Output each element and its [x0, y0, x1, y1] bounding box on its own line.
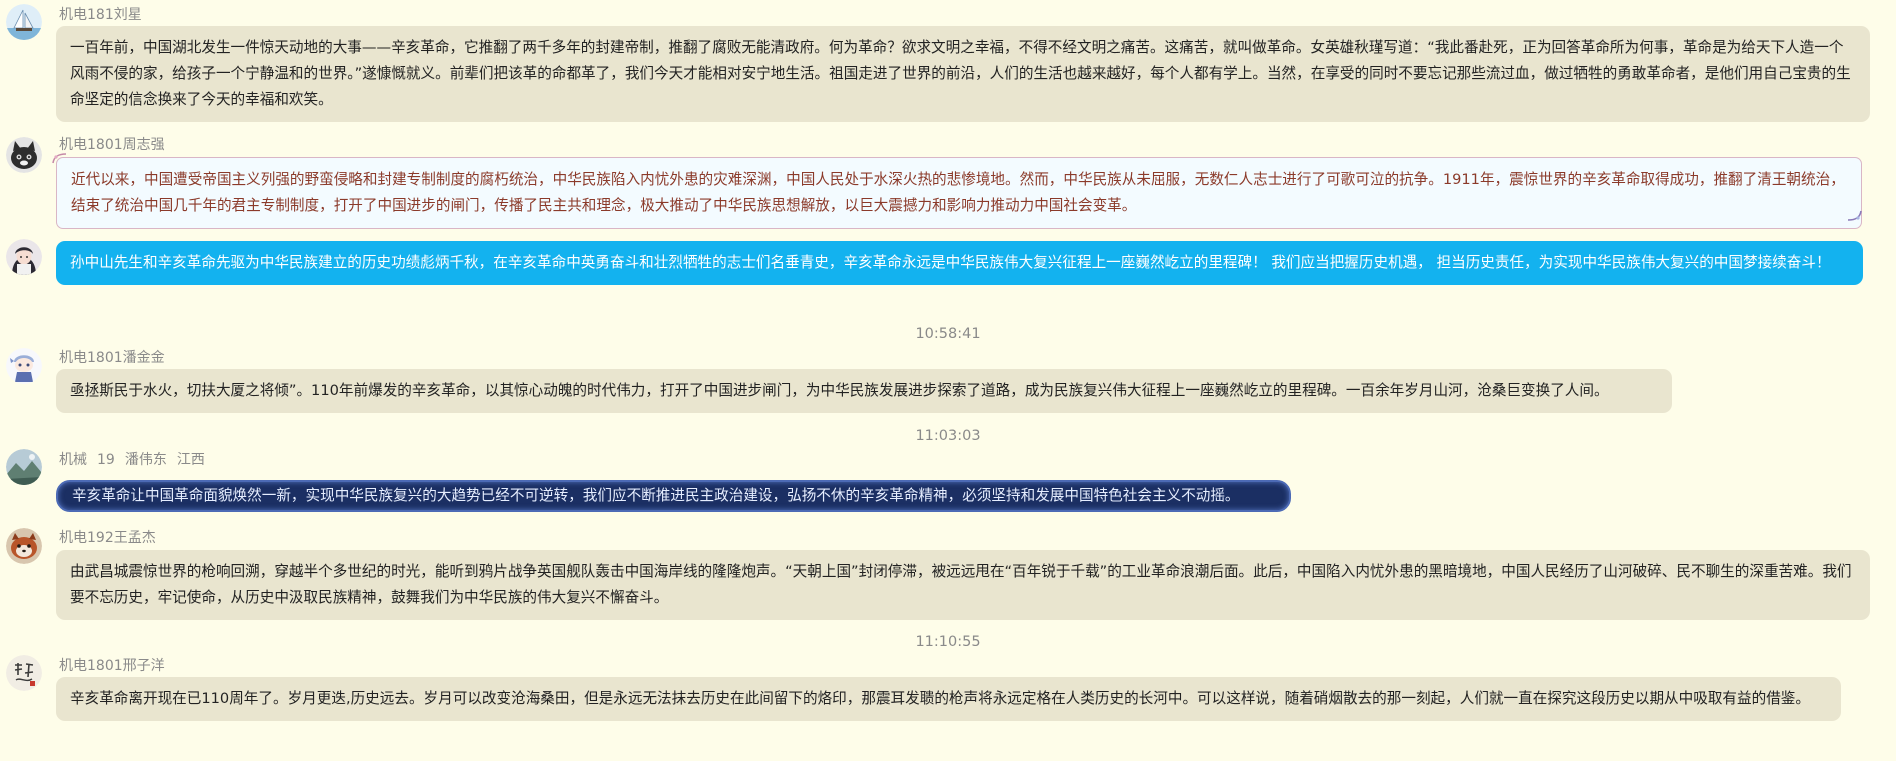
sender-name: 机电192王孟杰: [59, 530, 156, 546]
calligraphy-avatar-icon[interactable]: [6, 655, 42, 691]
message-timestamp: 10:58:41: [915, 326, 981, 342]
sender-name: 机电1801邢子洋: [59, 658, 165, 674]
message-timestamp: 11:03:03: [915, 428, 981, 444]
message-bubble: 一百年前，中国湖北发生一件惊天动地的大事——辛亥革命，它推翻了两千多年的封建帝制…: [56, 26, 1870, 122]
message-bubble: 辛亥革命离开现在已110周年了。岁月更迭,历史远去。岁月可以改变沧海桑田，但是永…: [56, 677, 1841, 721]
sailboat-avatar-icon[interactable]: [6, 4, 42, 40]
message-bubble: 亟拯斯民于水火，切扶大厦之将倾”。110年前爆发的辛亥革命，以其惊心动魄的时代伟…: [56, 369, 1672, 413]
sender-class: 19: [97, 452, 115, 468]
bubble-frame-corner-icon: [52, 153, 67, 164]
message-bubble: 辛亥革命让中国革命面貌焕然一新，实现中华民族复兴的大趋势已经不可逆转，我们应不断…: [56, 480, 1291, 512]
sender-major: 机械: [59, 452, 87, 468]
message-bubble: 孙中山先生和辛亥革命先驱为中华民族建立的历史功绩彪炳千秋，在辛亥革命中英勇奋斗和…: [56, 241, 1863, 285]
sender-region: 江西: [176, 452, 205, 468]
bubble-frame-corner-icon: [1847, 210, 1862, 221]
sender-name: 机电181刘星: [59, 7, 142, 23]
cat-avatar-icon[interactable]: [6, 137, 42, 173]
message-bubble: 由武昌城震惊世界的枪响回溯，穿越半个多世纪的时光，能听到鸦片战争英国舰队轰击中国…: [56, 550, 1870, 620]
message-bubble: 近代以来，中国遭受帝国主义列强的野蛮侵略和封建专制制度的腐朽统治，中华民族陷入内…: [56, 157, 1862, 229]
sender-name: 机电1801潘金金: [59, 350, 165, 366]
sender-name: 机械 19 潘伟东 江西: [59, 452, 215, 468]
chat-history: 机电181刘星 一百年前，中国湖北发生一件惊天动地的大事——辛亥革命，它推翻了两…: [0, 0, 1896, 761]
landscape-avatar-icon[interactable]: [6, 449, 42, 485]
sender-real-name: 潘伟东: [124, 452, 167, 468]
message-timestamp: 11:10:55: [915, 634, 981, 650]
anime-girl-avatar-icon[interactable]: [6, 239, 42, 275]
chibi-character-avatar-icon[interactable]: [6, 348, 42, 384]
sender-name: 机电1801周志强: [59, 137, 165, 153]
red-panda-avatar-icon[interactable]: [6, 528, 42, 564]
